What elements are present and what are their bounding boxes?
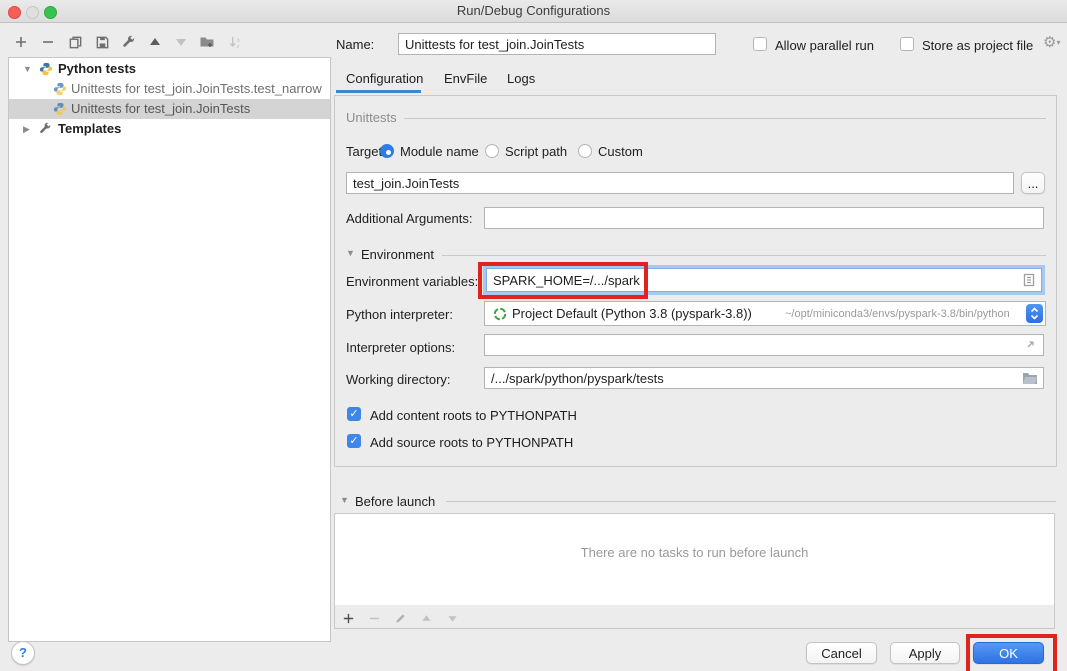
add-content-roots-checkbox[interactable]: ✓ xyxy=(347,407,361,421)
radio-module-name[interactable] xyxy=(380,144,394,158)
wrench-icon xyxy=(39,122,53,139)
python-interpreter-value: Project Default (Python 3.8 (pyspark-3.8… xyxy=(512,306,752,321)
interpreter-options-input[interactable] xyxy=(484,334,1044,356)
new-folder-icon[interactable] xyxy=(198,33,216,51)
conda-environment-icon xyxy=(493,307,507,324)
svg-text:z: z xyxy=(236,44,239,50)
tree-item-unittest-narrow[interactable]: Unittests for test_join.JoinTests.test_n… xyxy=(9,79,330,99)
chevron-down-icon[interactable]: ▼ xyxy=(23,59,32,79)
radio-module-name-label: Module name xyxy=(400,144,479,160)
run-debug-configurations-dialog: Run/Debug Configurations az ▼ Python tes… xyxy=(0,0,1067,671)
browse-module-button[interactable]: ... xyxy=(1021,172,1045,194)
edit-variables-icon[interactable] xyxy=(1022,273,1036,290)
radio-custom[interactable] xyxy=(578,144,592,158)
environment-variables-label: Environment variables: xyxy=(346,274,478,290)
svg-text:a: a xyxy=(236,37,240,43)
active-tab-underline xyxy=(336,90,421,93)
python-icon xyxy=(53,82,67,99)
chevron-right-icon[interactable]: ▶ xyxy=(23,119,30,139)
folder-browse-icon[interactable] xyxy=(1022,371,1038,388)
module-name-input[interactable] xyxy=(346,172,1014,194)
radio-script-path-label: Script path xyxy=(505,144,567,160)
sort-alphabetically-icon: az xyxy=(226,33,244,51)
python-interpreter-label: Python interpreter: xyxy=(346,307,453,323)
before-launch-title[interactable]: Before launch xyxy=(355,494,435,510)
name-label: Name: xyxy=(336,37,374,53)
allow-parallel-run-checkbox[interactable] xyxy=(753,37,767,51)
remove-icon[interactable] xyxy=(39,33,57,51)
python-icon xyxy=(39,62,53,79)
additional-arguments-input[interactable] xyxy=(484,207,1044,229)
store-as-project-file-checkbox[interactable] xyxy=(900,37,914,51)
divider xyxy=(442,255,1046,256)
stepper-icon[interactable] xyxy=(1026,304,1043,323)
add-icon[interactable] xyxy=(339,609,357,627)
add-source-roots-checkbox[interactable]: ✓ xyxy=(347,434,361,448)
allow-parallel-run-label: Allow parallel run xyxy=(775,38,874,54)
move-down-icon xyxy=(172,33,190,51)
name-input[interactable] xyxy=(398,33,716,55)
edit-icon xyxy=(391,609,409,627)
environment-section-title[interactable]: Environment xyxy=(361,247,434,263)
unittests-group-title: Unittests xyxy=(346,110,397,126)
environment-variables-input[interactable] xyxy=(486,268,1042,292)
interpreter-options-label: Interpreter options: xyxy=(346,340,455,356)
add-icon[interactable] xyxy=(12,33,30,51)
tab-configuration[interactable]: Configuration xyxy=(346,68,423,90)
add-source-roots-label: Add source roots to PYTHONPATH xyxy=(370,435,573,451)
tree-item-unittest-jointests-selected[interactable]: Unittests for test_join.JoinTests xyxy=(9,99,330,119)
tree-item-label: Unittests for test_join.JoinTests xyxy=(71,99,250,119)
working-directory-input[interactable] xyxy=(484,367,1044,389)
move-up-icon xyxy=(417,609,435,627)
add-content-roots-label: Add content roots to PYTHONPATH xyxy=(370,408,577,424)
tree-item-templates[interactable]: ▶ Templates xyxy=(9,119,330,139)
tree-item-label: Unittests for test_join.JoinTests.test_n… xyxy=(71,79,322,99)
help-button[interactable]: ? xyxy=(11,641,35,665)
divider xyxy=(446,501,1056,502)
before-launch-collapse-icon[interactable]: ▼ xyxy=(340,495,349,505)
radio-custom-label: Custom xyxy=(598,144,643,160)
tree-item-label: Templates xyxy=(58,119,121,139)
apply-button[interactable]: Apply xyxy=(890,642,960,664)
before-launch-empty-message: There are no tasks to run before launch xyxy=(335,545,1054,560)
tab-logs[interactable]: Logs xyxy=(507,68,535,90)
divider xyxy=(404,118,1046,119)
before-launch-task-list[interactable]: There are no tasks to run before launch xyxy=(334,513,1055,606)
window-title: Run/Debug Configurations xyxy=(0,0,1067,22)
tree-item-python-tests[interactable]: ▼ Python tests xyxy=(9,59,330,79)
edit-templates-icon[interactable] xyxy=(120,33,138,51)
store-as-project-file-label: Store as project file xyxy=(922,38,1033,54)
tab-envfile[interactable]: EnvFile xyxy=(444,68,487,90)
remove-icon xyxy=(365,609,383,627)
environment-collapse-icon[interactable]: ▼ xyxy=(346,248,355,258)
radio-script-path[interactable] xyxy=(485,144,499,158)
save-icon[interactable] xyxy=(93,33,111,51)
python-interpreter-path: ~/opt/miniconda3/envs/pyspark-3.8/bin/py… xyxy=(785,308,1010,320)
ok-button[interactable]: OK xyxy=(973,642,1044,664)
additional-arguments-label: Additional Arguments: xyxy=(346,211,472,227)
move-up-icon[interactable] xyxy=(146,33,164,51)
python-icon xyxy=(53,102,67,119)
expand-field-icon[interactable] xyxy=(1024,338,1037,354)
copy-icon[interactable] xyxy=(66,33,84,51)
python-interpreter-select[interactable]: Project Default (Python 3.8 (pyspark-3.8… xyxy=(484,301,1046,326)
configurations-tree: ▼ Python tests Unittests for test_join.J… xyxy=(8,57,331,642)
working-directory-label: Working directory: xyxy=(346,372,451,388)
tree-item-label: Python tests xyxy=(58,59,136,79)
gear-icon[interactable]: ⚙▾ xyxy=(1043,33,1060,51)
cancel-button[interactable]: Cancel xyxy=(806,642,877,664)
move-down-icon xyxy=(443,609,461,627)
